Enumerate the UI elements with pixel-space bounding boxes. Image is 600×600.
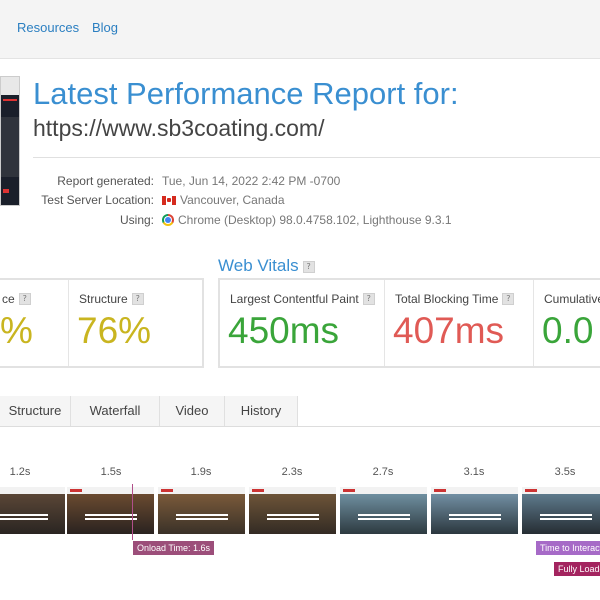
filmstrip-frame[interactable]	[340, 487, 427, 534]
report-title: Latest Performance Report for:	[33, 76, 459, 111]
tab-structure[interactable]: Structure	[0, 396, 71, 426]
help-icon[interactable]: ?	[131, 293, 144, 305]
filmstrip-frame[interactable]	[431, 487, 518, 534]
help-icon[interactable]: ?	[502, 293, 515, 305]
report-url: https://www.sb3coating.com/	[33, 115, 325, 141]
filmstrip-time: 3.5s	[554, 466, 576, 478]
filmstrip-frame[interactable]	[158, 487, 245, 534]
meta-label-using: Using:	[119, 213, 154, 227]
meta-value-using: Chrome (Desktop) 98.0.4758.102, Lighthou…	[162, 213, 452, 227]
gtmetrix-grade-card: ce? % Structure? 76%	[0, 278, 204, 368]
meta-label-location: Test Server Location:	[41, 193, 154, 207]
meta-label-generated: Report generated:	[57, 174, 154, 188]
performance-value: %	[0, 310, 33, 351]
filmstrip-time: 3.1s	[463, 466, 485, 478]
nav-link-resources[interactable]: Resources	[17, 20, 79, 35]
filmstrip-time: 1.9s	[190, 466, 212, 478]
performance-label: ce?	[2, 292, 31, 306]
lcp-value: 450ms	[228, 310, 340, 351]
filmstrip-frame[interactable]	[67, 487, 154, 534]
lcp-label: Largest Contentful Paint?	[230, 292, 375, 306]
help-icon[interactable]: ?	[302, 261, 315, 273]
onload-time-badge: Onload Time: 1.6s	[133, 541, 215, 555]
web-vitals-card: Largest Contentful Paint? 450ms Total Bl…	[218, 278, 600, 368]
filmstrip-time: 1.5s	[100, 466, 122, 478]
filmstrip-frame[interactable]	[0, 487, 65, 534]
report-tabs: Structure Waterfall Video History	[0, 396, 600, 427]
tab-history[interactable]: History	[225, 396, 298, 426]
top-nav-bar: Resources Blog	[0, 0, 600, 59]
structure-label: Structure?	[79, 292, 144, 306]
cls-value: 0.0	[542, 310, 594, 351]
tbt-cell: Total Blocking Time? 407ms	[385, 280, 533, 366]
page-screenshot-thumbnail[interactable]	[0, 76, 20, 206]
canada-flag-icon	[162, 196, 176, 205]
meta-value-generated: Tue, Jun 14, 2022 2:42 PM -0700	[162, 174, 341, 188]
onload-marker-line	[132, 484, 133, 540]
chrome-icon	[162, 214, 174, 226]
browser-text: Chrome (Desktop) 98.0.4758.102, Lighthou…	[178, 213, 452, 227]
web-vitals-title: Web Vitals	[218, 256, 299, 275]
header-divider	[33, 157, 600, 158]
structure-score-cell: Structure? 76%	[69, 280, 200, 366]
filmstrip-frame[interactable]	[249, 487, 336, 534]
performance-score-cell: ce? %	[0, 280, 68, 366]
cls-label: Cumulative	[544, 292, 600, 306]
filmstrip-time: 2.3s	[281, 466, 303, 478]
tab-waterfall[interactable]: Waterfall	[71, 396, 160, 426]
web-vitals-heading: Web Vitals?	[218, 256, 315, 276]
filmstrip-time: 2.7s	[372, 466, 394, 478]
structure-value: 76%	[77, 310, 152, 351]
tab-video[interactable]: Video	[160, 396, 225, 426]
filmstrip-time: 1.2s	[9, 466, 31, 478]
fully-loaded-badge: Fully Loaded	[554, 562, 600, 576]
time-to-interactive-badge: Time to Interactive	[536, 541, 600, 555]
location-text: Vancouver, Canada	[180, 193, 285, 207]
tbt-value: 407ms	[393, 310, 505, 351]
tbt-label: Total Blocking Time?	[395, 292, 515, 306]
cls-cell: Cumulative 0.0	[534, 280, 600, 366]
filmstrip-frame[interactable]	[522, 487, 600, 534]
help-icon[interactable]: ?	[362, 293, 375, 305]
nav-link-blog[interactable]: Blog	[92, 20, 118, 35]
lcp-cell: Largest Contentful Paint? 450ms	[220, 280, 384, 366]
meta-value-location: Vancouver, Canada	[162, 193, 285, 207]
help-icon[interactable]: ?	[18, 293, 31, 305]
